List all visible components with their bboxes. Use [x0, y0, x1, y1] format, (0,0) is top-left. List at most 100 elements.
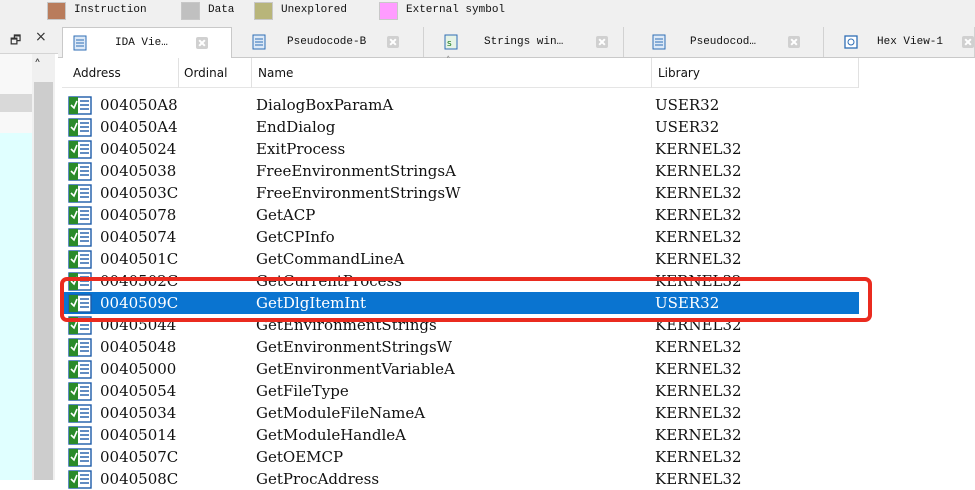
table-row[interactable]: 00405048 GetEnvironmentStringsW KERNEL32	[62, 336, 859, 358]
cell-address: 00405024	[100, 140, 177, 158]
tab-strings-label: Strings win…	[484, 36, 564, 48]
cell-address: 00405038	[100, 162, 177, 180]
tab-hex-view-label: Hex View-1	[877, 36, 944, 48]
cell-address: 00405078	[100, 206, 177, 224]
table-row[interactable]: 0040508C GetProcAddress KERNEL32	[62, 468, 859, 490]
column-header-address[interactable]: Address	[73, 66, 121, 80]
cell-address: 004050A8	[100, 96, 178, 114]
left-pane-selected-row[interactable]	[0, 94, 32, 112]
cell-address: 00405000	[100, 360, 177, 378]
cell-address: 0040507C	[100, 448, 179, 466]
cell-name: FreeEnvironmentStringsW	[256, 184, 461, 202]
column-header-library[interactable]: Library	[658, 66, 700, 80]
cell-name: GetCPInfo	[256, 228, 335, 246]
column-header-name[interactable]: Name	[258, 66, 293, 80]
cell-name: GetProcAddress	[256, 470, 380, 488]
column-separator[interactable]	[858, 58, 859, 88]
cell-address: 00405054	[100, 382, 177, 400]
close-pane-icon[interactable]: ×	[35, 29, 47, 45]
tab-pseudocode-label: Pseudocod…	[690, 36, 757, 48]
close-tab-icon[interactable]	[596, 36, 608, 48]
cell-address: 00405074	[100, 228, 177, 246]
import-function-icon	[68, 250, 92, 269]
cell-name: ExitProcess	[256, 140, 346, 158]
tab-pseudocode-b-label: Pseudocode-B	[287, 36, 367, 48]
tab-ida-view-label: IDA Vie…	[115, 37, 168, 49]
cell-library: KERNEL32	[655, 184, 742, 202]
cell-library: KERNEL32	[655, 228, 742, 246]
import-function-icon	[68, 404, 92, 423]
close-tab-icon[interactable]	[962, 36, 974, 48]
tab-imports[interactable]: IDA Vie…	[62, 27, 232, 59]
strings-icon: s	[444, 34, 458, 50]
cell-address: 0040501C	[100, 250, 179, 268]
import-function-icon	[68, 360, 92, 379]
highlight-annotation-box	[60, 277, 872, 322]
float-window-icon[interactable]: 🗗	[10, 31, 21, 52]
import-function-icon	[68, 426, 92, 445]
tab-hex-view[interactable]: Hex View-1	[824, 27, 975, 57]
table-row[interactable]: 0040501C GetCommandLineA KERNEL32	[62, 248, 859, 270]
column-header-ordinal[interactable]: Ordinal	[184, 66, 227, 80]
table-row[interactable]: 00405074 GetCPInfo KERNEL32	[62, 226, 859, 248]
table-row[interactable]: 00405014 GetModuleHandleA KERNEL32	[62, 424, 859, 446]
cell-name: GetModuleHandleA	[256, 426, 407, 444]
cell-name: EndDialog	[256, 118, 336, 136]
cell-name: GetOEMCP	[256, 448, 344, 466]
legend-external-label: External symbol	[406, 4, 506, 16]
column-separator[interactable]	[251, 58, 252, 88]
table-row[interactable]: 00405078 GetACP KERNEL32	[62, 204, 859, 226]
cell-library: KERNEL32	[655, 448, 742, 466]
import-function-icon	[68, 338, 92, 357]
left-pane-header	[0, 24, 58, 54]
cell-name: GetCommandLineA	[256, 250, 405, 268]
cell-address: 00405014	[100, 426, 177, 444]
cell-library: USER32	[655, 118, 720, 136]
import-function-icon	[68, 140, 92, 159]
column-separator[interactable]	[651, 58, 652, 88]
left-pane-highlight-region	[0, 133, 32, 480]
import-function-icon	[68, 206, 92, 225]
table-row[interactable]: 004050A4 EndDialog USER32	[62, 116, 859, 138]
column-separator[interactable]	[178, 58, 179, 88]
import-function-icon	[68, 382, 92, 401]
table-row[interactable]: 0040503C FreeEnvironmentStringsW KERNEL32	[62, 182, 859, 204]
legend-instruction-label: Instruction	[74, 4, 147, 16]
cell-library: KERNEL32	[655, 360, 742, 378]
table-row[interactable]: 00405034 GetModuleFileNameA KERNEL32	[62, 402, 859, 424]
close-tab-icon[interactable]	[387, 36, 399, 48]
import-function-icon	[68, 96, 92, 115]
close-tab-icon[interactable]	[788, 36, 800, 48]
cell-library: USER32	[655, 96, 720, 114]
close-tab-icon[interactable]	[196, 37, 208, 49]
cell-library: KERNEL32	[655, 426, 742, 444]
tab-strings-window[interactable]: s Strings win…	[424, 27, 624, 57]
table-row[interactable]: 004050A8 DialogBoxParamA USER32	[62, 94, 859, 116]
pseudocode-icon	[252, 34, 266, 50]
legend-data-label: Data	[208, 4, 235, 16]
hex-view-icon	[844, 35, 858, 49]
cell-address: 00405034	[100, 404, 177, 422]
table-row[interactable]: 0040507C GetOEMCP KERNEL32	[62, 446, 859, 468]
tab-pseudocode[interactable]: Pseudocod…	[624, 27, 824, 57]
table-row[interactable]: 00405024 ExitProcess KERNEL32	[62, 138, 859, 160]
import-function-icon	[68, 162, 92, 181]
cell-library: KERNEL32	[655, 162, 742, 180]
cell-name: GetEnvironmentVariableA	[256, 360, 455, 378]
cell-library: KERNEL32	[655, 250, 742, 268]
left-pane-scroll-thumb[interactable]	[34, 82, 53, 480]
legend-unexplored-label: Unexplored	[281, 4, 348, 16]
cell-address: 0040508C	[100, 470, 179, 488]
table-row[interactable]: 00405038 FreeEnvironmentStringsA KERNEL32	[62, 160, 859, 182]
cell-name: GetModuleFileNameA	[256, 404, 426, 422]
tab-pseudocode-b[interactable]: Pseudocode-B	[232, 27, 424, 57]
legend-data-swatch	[181, 2, 200, 20]
scroll-up-icon[interactable]: ˄	[34, 58, 41, 74]
table-row[interactable]: 00405000 GetEnvironmentVariableA KERNEL32	[62, 358, 859, 380]
legend-unexplored-swatch	[254, 2, 273, 20]
import-function-icon	[68, 448, 92, 467]
cell-library: KERNEL32	[655, 338, 742, 356]
table-row[interactable]: 00405054 GetFileType KERNEL32	[62, 380, 859, 402]
svg-text:s: s	[447, 39, 452, 49]
cell-library: KERNEL32	[655, 470, 742, 488]
